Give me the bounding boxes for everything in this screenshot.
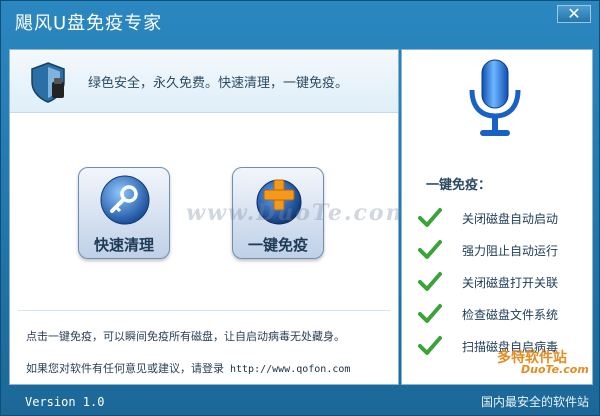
close-button[interactable]: ✕: [557, 5, 591, 23]
quick-clean-label: 快速清理: [93, 236, 154, 254]
immune-title: 一键免疫：: [426, 178, 492, 193]
main-panel: 绿色安全，永久免费。快速清理，一键免疫。 快速清理 一键免疫 www.DuoTe…: [9, 49, 409, 385]
slogan-banner: 绿色安全，永久免费。快速清理，一键免疫。: [10, 50, 398, 113]
app-window: 飓风U盘免疫专家 ✕ 绿色安全，永久免费。快速清理，一键免疫。 快速清理 一键免…: [0, 0, 600, 416]
feature-label: 强力阻止自动运行: [462, 244, 559, 258]
site-logo-sub: DuoTe.com: [521, 363, 589, 376]
checkmark-icon: [418, 208, 442, 227]
tip-text: 点击一键免疫，可以瞬间免疫所有磁盘，让自启动病毒无处藏身。: [26, 330, 345, 343]
feature-item: 关闭磁盘打开关联: [418, 270, 594, 302]
window-title: 飓风U盘免疫专家: [15, 13, 163, 34]
checkmark-icon: [418, 240, 442, 259]
divider: [18, 310, 390, 311]
feature-item: 强力阻止自动运行: [418, 238, 594, 270]
checkmark-icon: [418, 272, 442, 291]
one-click-immune-label: 一键免疫: [247, 236, 308, 254]
status-bar: Version 1.0 国内最安全的软件站: [1, 389, 599, 415]
watermark-text: www.DuoTe.com: [186, 200, 411, 226]
microphone-icon: [469, 59, 521, 136]
site-slogan: 国内最安全的软件站: [480, 395, 589, 409]
quick-clean-button[interactable]: 快速清理: [78, 167, 170, 259]
feature-label: 关闭磁盘自动启动: [462, 212, 559, 226]
slogan-text: 绿色安全，永久免费。快速清理，一键免疫。: [88, 76, 349, 91]
feature-item: 检查磁盘文件系统: [418, 302, 594, 334]
feature-label: 关闭磁盘打开关联: [462, 276, 559, 290]
version-text: Version 1.0: [25, 395, 105, 409]
contact-prefix: 如果您对软件有任何意见或建议，请登录: [26, 362, 224, 375]
checkmark-icon: [418, 336, 442, 355]
feature-label: 检查磁盘文件系统: [462, 308, 559, 322]
feature-item: 关闭磁盘自动启动: [418, 206, 594, 238]
immune-panel: 一键免疫： 关闭磁盘自动启动 强力阻止自动运行 关闭磁盘打开关联 检查磁盘文件系…: [401, 49, 593, 385]
checkmark-icon: [418, 304, 442, 323]
contact-text: 如果您对软件有任何意见或建议，请登录 http://www.qofon.com: [26, 360, 350, 376]
title-bar: 飓风U盘免疫专家 ✕: [1, 1, 599, 41]
website-link[interactable]: http://www.qofon.com: [230, 364, 350, 375]
magnifier-key-icon: [100, 175, 150, 225]
feature-list: 关闭磁盘自动启动 强力阻止自动运行 关闭磁盘打开关联 检查磁盘文件系统 扫描磁盘…: [418, 206, 594, 366]
shield-icon: [31, 62, 65, 103]
